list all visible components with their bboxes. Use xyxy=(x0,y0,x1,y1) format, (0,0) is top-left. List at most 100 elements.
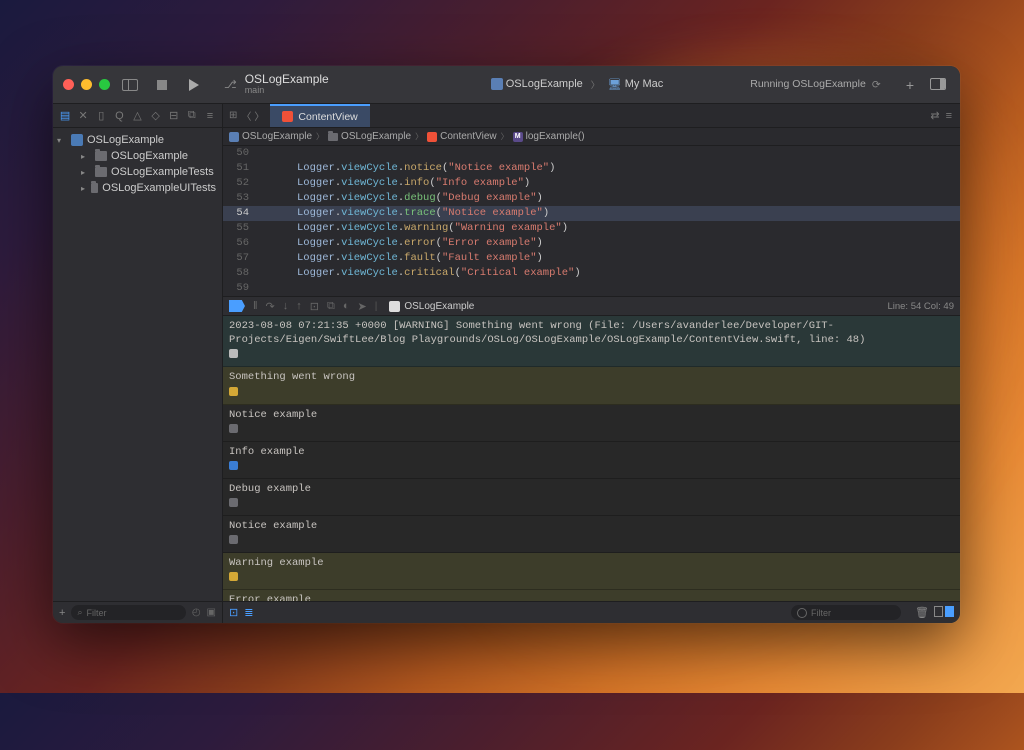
find-navigator-tab[interactable]: Q xyxy=(113,109,125,123)
nav-forward-button[interactable]: 〉 xyxy=(254,108,264,123)
pause-button[interactable]: ‖ xyxy=(253,300,258,312)
memory-graph-button[interactable]: ⧉ xyxy=(327,300,335,313)
log-level-icon xyxy=(229,349,238,358)
project-icon xyxy=(229,132,239,142)
code-line[interactable]: 57Logger.viewCycle.fault("Fault example"… xyxy=(223,251,960,266)
status-label: Running OSLogExample xyxy=(750,78,866,90)
variables-view-button[interactable]: ⊡ xyxy=(229,606,238,619)
code-line[interactable]: 53Logger.viewCycle.debug("Debug example"… xyxy=(223,191,960,206)
breakpoint-navigator-tab[interactable]: ⧉ xyxy=(186,109,198,123)
disclosure-triangle[interactable]: ▸ xyxy=(81,152,91,161)
zoom-button[interactable] xyxy=(99,79,110,90)
add-editor-button[interactable]: + xyxy=(902,77,918,93)
code-line[interactable]: 51Logger.viewCycle.notice("Notice exampl… xyxy=(223,161,960,176)
debug-bar: ‖ ↷ ↓ ↑ ⊡ ⧉ ◐ ➤ | OSLogExample Line: 54 … xyxy=(223,296,960,316)
console-entry[interactable]: Info example xyxy=(223,442,960,479)
env-overrides-button[interactable]: ◐ xyxy=(343,300,350,312)
console-filter-field[interactable]: Filter xyxy=(791,605,901,620)
console-entry[interactable]: Something went wrong xyxy=(223,367,960,404)
branch-name: main xyxy=(245,86,329,96)
navigator-filter-field[interactable]: ⌕ Filter xyxy=(71,605,185,620)
code-content: Logger.viewCycle.critical("Critical exam… xyxy=(257,266,581,281)
code-line[interactable]: 54Logger.viewCycle.trace("Notice example… xyxy=(223,206,960,221)
play-icon xyxy=(189,79,199,91)
breakpoints-toggle[interactable] xyxy=(229,300,245,312)
console-entry[interactable]: Debug example xyxy=(223,479,960,516)
close-button[interactable] xyxy=(63,79,74,90)
tree-item[interactable]: ▸ OSLogExampleTests xyxy=(53,164,222,180)
report-navigator-tab[interactable]: ≡ xyxy=(204,109,216,123)
console-view-button[interactable]: ≣ xyxy=(244,606,253,619)
sidebar-toggle-button[interactable] xyxy=(118,73,142,97)
project-navigator-tab[interactable]: ▤ xyxy=(59,109,71,123)
minimize-button[interactable] xyxy=(81,79,92,90)
line-number: 52 xyxy=(223,176,257,191)
code-line[interactable]: 50 xyxy=(223,146,960,161)
editor-tab[interactable]: ContentView xyxy=(270,104,369,127)
code-line[interactable]: 55Logger.viewCycle.warning("Warning exam… xyxy=(223,221,960,236)
editor-options-button[interactable]: ≡ xyxy=(946,110,952,122)
jump-seg: ContentView xyxy=(440,131,497,142)
tab-label: ContentView xyxy=(298,111,357,123)
step-into-button[interactable]: ↓ xyxy=(283,300,289,312)
add-file-button[interactable]: + xyxy=(59,607,65,619)
disclosure-triangle[interactable]: ▸ xyxy=(81,184,87,193)
issue-navigator-tab[interactable]: △ xyxy=(131,109,143,123)
scm-filter-button[interactable]: ▣ xyxy=(207,607,216,618)
scheme-selector[interactable]: OSLogExample 〉 🖥My Mac xyxy=(487,76,668,93)
nav-back-button[interactable]: 〈 xyxy=(241,108,251,123)
code-line[interactable]: 56Logger.viewCycle.error("Error example"… xyxy=(223,236,960,251)
xcode-window: ⎇ OSLogExample main OSLogExample 〉 🖥My M… xyxy=(53,66,960,623)
debug-navigator-tab[interactable]: ⊟ xyxy=(168,109,180,123)
library-button[interactable] xyxy=(926,77,950,93)
process-selector[interactable]: OSLogExample xyxy=(389,301,474,312)
disclosure-triangle[interactable]: ▾ xyxy=(57,136,67,145)
scheme-project[interactable]: OSLogExample main xyxy=(245,73,329,96)
code-line[interactable]: 52Logger.viewCycle.info("Info example") xyxy=(223,176,960,191)
console-entry[interactable]: Notice example xyxy=(223,516,960,553)
folder-icon xyxy=(91,183,98,193)
target-icon xyxy=(491,78,503,90)
disclosure-triangle[interactable]: ▸ xyxy=(81,168,91,177)
test-navigator-tab[interactable]: ◇ xyxy=(150,109,162,123)
split-toggle[interactable] xyxy=(934,606,954,619)
minimap-button[interactable]: ⇄ xyxy=(930,109,939,122)
console-entry[interactable]: Error example xyxy=(223,590,960,601)
console-entry[interactable]: Warning example xyxy=(223,553,960,590)
source-editor[interactable]: 5051Logger.viewCycle.notice("Notice exam… xyxy=(223,146,960,296)
jump-bar[interactable]: OSLogExample 〉 OSLogExample 〉 ContentVie… xyxy=(223,128,960,146)
tree-item[interactable]: ▸ OSLogExample xyxy=(53,148,222,164)
tree-root[interactable]: ▾ OSLogExample xyxy=(53,132,222,148)
run-button[interactable] xyxy=(182,73,206,97)
code-content xyxy=(257,146,297,161)
code-line[interactable]: 58Logger.viewCycle.critical("Critical ex… xyxy=(223,266,960,281)
tree-item[interactable]: ▸ OSLogExampleUITests xyxy=(53,180,222,196)
panel-icon xyxy=(930,78,946,90)
step-over-button[interactable]: ↷ xyxy=(266,300,275,313)
debug-view-button[interactable]: ⊡ xyxy=(310,300,319,313)
stop-button[interactable] xyxy=(150,73,174,97)
line-number: 57 xyxy=(223,251,257,266)
code-content: Logger.viewCycle.notice("Notice example"… xyxy=(257,161,555,176)
editor-tabbar: ⊞ 〈 〉 ContentView ⇄ ≡ xyxy=(223,104,960,128)
step-out-button[interactable]: ↑ xyxy=(296,300,302,312)
console-message: Warning example xyxy=(229,556,954,570)
traffic-lights xyxy=(63,79,110,90)
sourcecontrol-navigator-tab[interactable]: ✕ xyxy=(77,109,89,123)
console-entry[interactable]: 2023-08-08 07:21:35 +0000 [WARNING] Some… xyxy=(223,316,960,367)
variables-pane-toggle[interactable] xyxy=(934,606,943,617)
related-items-button[interactable]: ⊞ xyxy=(229,110,237,121)
branch-icon: ⎇ xyxy=(224,78,237,91)
console[interactable]: 2023-08-08 07:21:35 +0000 [WARNING] Some… xyxy=(223,316,960,601)
log-level-icon xyxy=(229,461,238,470)
bookmarks-navigator-tab[interactable]: ▯ xyxy=(95,109,107,123)
filter-scope-icon xyxy=(797,608,807,618)
recent-filter-button[interactable]: ◴ xyxy=(192,607,201,618)
tree-item-label: OSLogExample xyxy=(111,150,188,162)
trash-button[interactable]: 🗑 xyxy=(915,606,929,619)
console-pane-toggle[interactable] xyxy=(945,606,954,617)
location-button[interactable]: ➤ xyxy=(358,300,367,313)
code-line[interactable]: 59 xyxy=(223,281,960,296)
stop-icon xyxy=(157,80,167,90)
console-entry[interactable]: Notice example xyxy=(223,405,960,442)
